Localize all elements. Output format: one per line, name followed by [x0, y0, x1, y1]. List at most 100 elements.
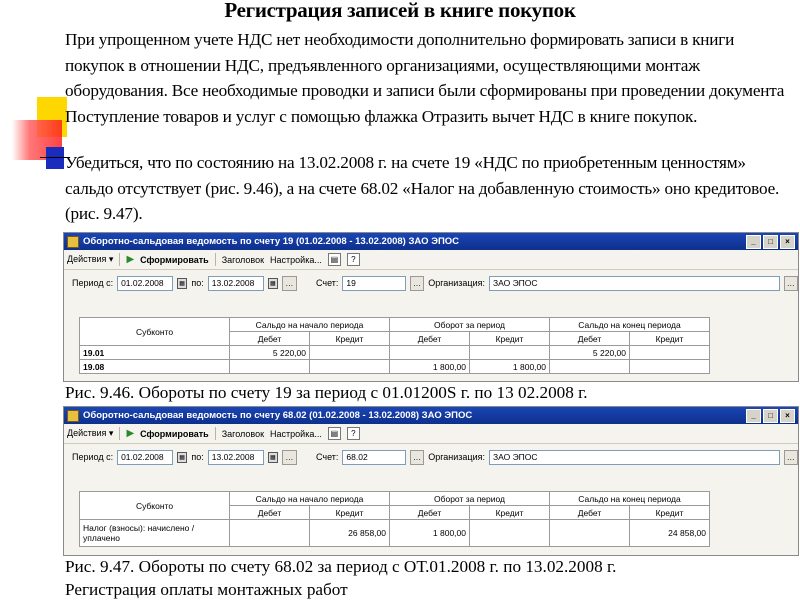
report-icon: [67, 235, 79, 248]
period-to-input[interactable]: 13.02.2008: [207, 275, 264, 291]
close-icon[interactable]: ×: [780, 234, 795, 249]
minimize-icon[interactable]: _: [746, 234, 761, 249]
header-end-balance: Сальдо на конец периода: [549, 491, 710, 506]
period-label: Период с:: [72, 452, 114, 462]
calendar-icon[interactable]: ▦: [176, 277, 188, 289]
generate-button[interactable]: Сформировать: [140, 255, 209, 265]
actions-menu[interactable]: Действия ▾: [67, 428, 113, 439]
period-to-label: по:: [191, 452, 204, 462]
account-select-button[interactable]: …: [409, 449, 425, 465]
cell: [309, 345, 390, 360]
period-from-input[interactable]: 01.02.2008: [117, 449, 173, 465]
header-debit: Дебет: [229, 331, 310, 346]
cell: [629, 345, 710, 360]
header-credit: Кредит: [309, 331, 390, 346]
report-window-19: Оборотно-сальдовая ведомость по счету 19…: [63, 232, 799, 382]
window-title: Оборотно-сальдовая ведомость по счету 68…: [83, 410, 473, 421]
section-heading-next: Регистрация оплаты монтажных работ: [65, 580, 348, 599]
header-turnover: Оборот за период: [389, 317, 550, 332]
calendar-icon[interactable]: ▦: [176, 451, 188, 463]
header-button[interactable]: Заголовок: [222, 429, 264, 439]
cell: [549, 359, 630, 374]
organization-select-button[interactable]: …: [783, 449, 798, 465]
organization-input[interactable]: ЗАО ЭПОС: [488, 449, 780, 465]
close-icon[interactable]: ×: [780, 408, 795, 423]
cell: [389, 345, 470, 360]
header-debit: Дебет: [549, 331, 630, 346]
header-credit: Кредит: [629, 331, 710, 346]
table-row[interactable]: Налог (взносы): начислено / уплачено 26 …: [79, 519, 710, 547]
report-table-wrap: Субконто Сальдо на начало периода Оборот…: [79, 491, 710, 547]
account-input[interactable]: 19: [342, 275, 406, 291]
divider: [119, 253, 121, 266]
cell: 5 220,00: [549, 345, 630, 360]
divider: [119, 427, 121, 440]
window-title: Оборотно-сальдовая ведомость по счету 19…: [83, 236, 460, 247]
period-select-button[interactable]: …: [282, 449, 297, 465]
page-icon[interactable]: ▤: [327, 427, 341, 440]
calendar-icon[interactable]: ▦: [267, 277, 279, 289]
actions-menu[interactable]: Действия ▾: [67, 254, 113, 265]
row-label: 19.08: [79, 359, 230, 374]
header-end-balance: Сальдо на конец периода: [549, 317, 710, 332]
page-icon[interactable]: ▤: [327, 253, 341, 266]
organization-label: Организация:: [428, 278, 485, 288]
settings-button[interactable]: Настройка...: [270, 255, 322, 265]
organization-select-button[interactable]: …: [783, 275, 798, 291]
help-icon[interactable]: ?: [346, 253, 360, 266]
settings-button[interactable]: Настройка...: [270, 429, 322, 439]
header-debit: Дебет: [389, 331, 470, 346]
cell: 1 800,00: [389, 519, 470, 547]
period-from-input[interactable]: 01.02.2008: [117, 275, 173, 291]
header-subconto: Субконто: [79, 317, 230, 346]
cell: 1 800,00: [389, 359, 470, 374]
cell: [229, 359, 310, 374]
period-to-label: по:: [191, 278, 204, 288]
divider: [214, 253, 216, 266]
organization-input[interactable]: ЗАО ЭПОС: [488, 275, 780, 291]
period-select-button[interactable]: …: [282, 275, 297, 291]
header-debit: Дебет: [389, 505, 470, 520]
header-debit: Дебет: [229, 505, 310, 520]
cell: [469, 345, 550, 360]
toolbar: Действия ▾ ▶ Сформировать Заголовок Наст…: [64, 250, 798, 270]
header-subconto: Субконто: [79, 491, 230, 520]
calendar-icon[interactable]: ▦: [267, 451, 279, 463]
header-start-balance: Сальдо на начало периода: [229, 491, 390, 506]
figure-caption-1: Рис. 9.46. Обороты по счету 19 за период…: [65, 383, 588, 402]
header-button[interactable]: Заголовок: [222, 255, 264, 265]
params-row: Период с: 01.02.2008 ▦ по: 13.02.2008 ▦ …: [64, 270, 798, 296]
window-titlebar[interactable]: Оборотно-сальдовая ведомость по счету 68…: [64, 407, 798, 424]
table-row[interactable]: 19.08 1 800,00 1 800,00: [79, 359, 710, 374]
minimize-icon[interactable]: _: [746, 408, 761, 423]
table-row[interactable]: 19.01 5 220,00 5 220,00: [79, 345, 710, 360]
cell: [469, 519, 550, 547]
toolbar: Действия ▾ ▶ Сформировать Заголовок Наст…: [64, 424, 798, 444]
account-select-button[interactable]: …: [409, 275, 425, 291]
cell: 1 800,00: [469, 359, 550, 374]
help-icon[interactable]: ?: [346, 427, 360, 440]
header-credit: Кредит: [309, 505, 390, 520]
cell: [549, 519, 630, 547]
report-table-wrap: Субконто Сальдо на начало периода Оборот…: [79, 317, 710, 374]
window-titlebar[interactable]: Оборотно-сальдовая ведомость по счету 19…: [64, 233, 798, 250]
account-label: Счет:: [315, 452, 339, 462]
cell: [229, 519, 310, 547]
header-debit: Дебет: [549, 505, 630, 520]
cell: 26 858,00: [309, 519, 390, 547]
cell: 24 858,00: [629, 519, 710, 547]
cell: [629, 359, 710, 374]
cell: 5 220,00: [229, 345, 310, 360]
header-credit: Кредит: [469, 331, 550, 346]
account-input[interactable]: 68.02: [342, 449, 406, 465]
generate-button[interactable]: Сформировать: [140, 429, 209, 439]
header-credit: Кредит: [469, 505, 550, 520]
period-to-input[interactable]: 13.02.2008: [207, 449, 264, 465]
maximize-icon[interactable]: □: [763, 408, 778, 423]
divider: [214, 427, 216, 440]
maximize-icon[interactable]: □: [763, 234, 778, 249]
report-table: Субконто Сальдо на начало периода Оборот…: [79, 317, 710, 374]
header-turnover: Оборот за период: [389, 491, 550, 506]
period-label: Период с:: [72, 278, 114, 288]
play-icon: ▶: [126, 254, 135, 265]
